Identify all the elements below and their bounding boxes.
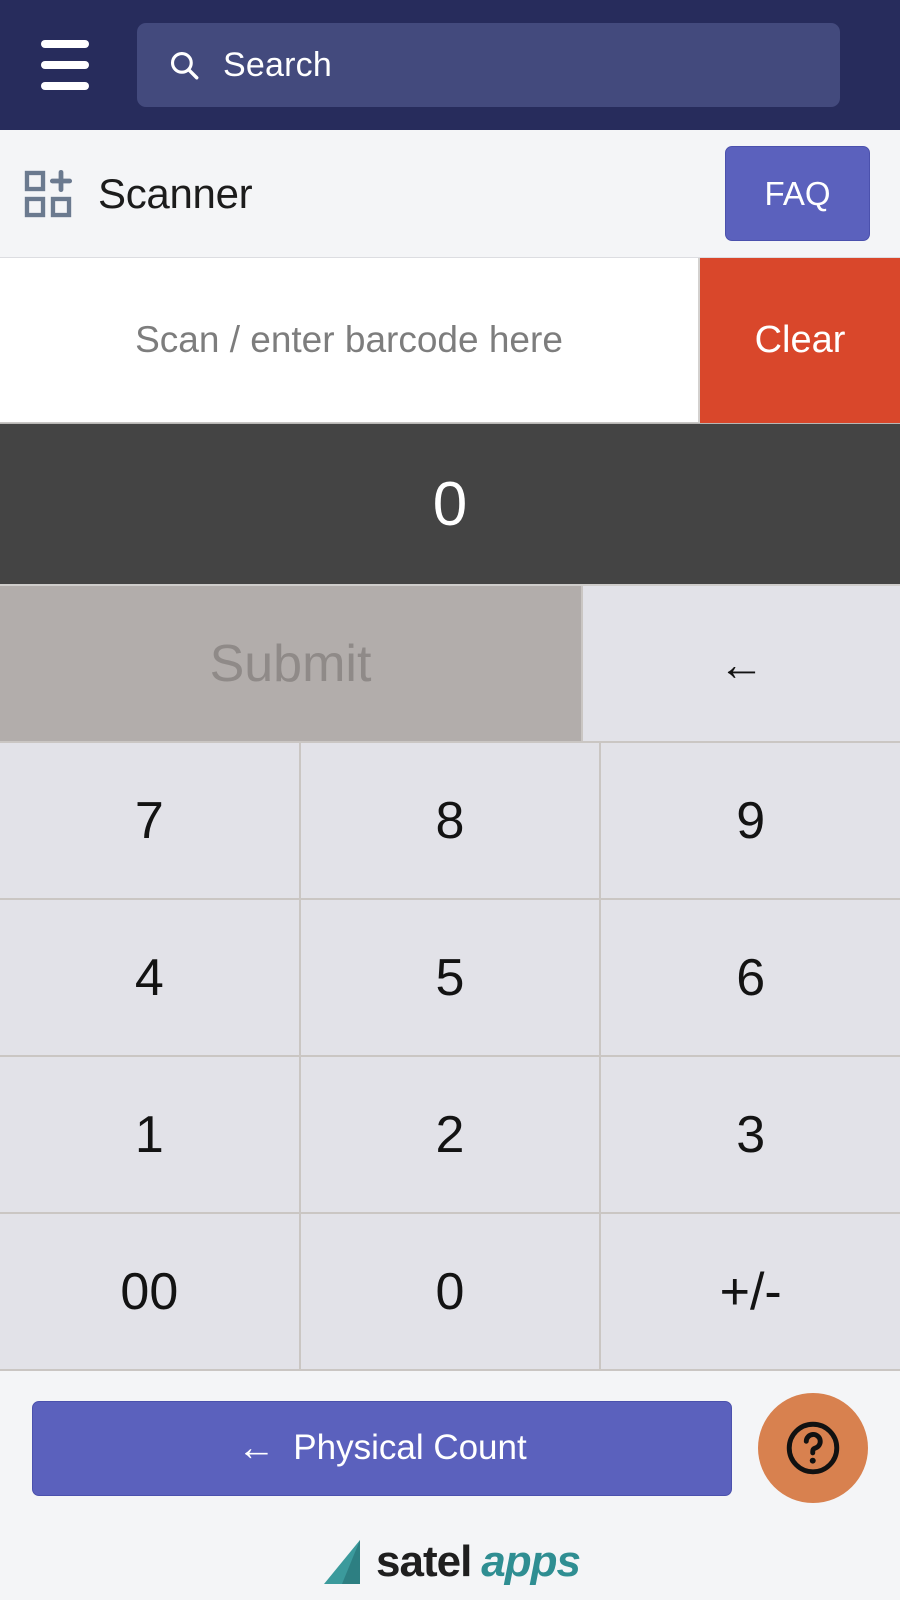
help-button[interactable] xyxy=(758,1393,868,1503)
key-1[interactable]: 1 xyxy=(0,1057,301,1214)
submit-button[interactable]: Submit xyxy=(0,586,583,743)
faq-button[interactable]: FAQ xyxy=(725,146,870,241)
physical-count-label: Physical Count xyxy=(293,1428,527,1467)
physical-count-button[interactable]: ← Physical Count xyxy=(32,1400,732,1496)
satel-triangle-mark-icon xyxy=(324,1540,360,1584)
keypad-row: 4 5 6 xyxy=(0,900,900,1057)
brand-name-primary: satel xyxy=(376,1537,472,1586)
hamburger-menu-icon[interactable] xyxy=(30,36,100,94)
hamburger-bar xyxy=(41,61,89,69)
key-8[interactable]: 8 xyxy=(300,743,602,900)
hamburger-bar xyxy=(41,82,89,90)
key-plus-minus[interactable]: +/- xyxy=(601,1214,900,1371)
question-mark-circle-icon xyxy=(786,1421,840,1475)
quantity-display: 0 xyxy=(0,424,900,586)
scanner-app-screen: Search Scanner FAQ Clear 0 Submit ← 7 8 … xyxy=(0,0,900,1600)
key-3[interactable]: 3 xyxy=(601,1057,900,1214)
key-double-zero[interactable]: 00 xyxy=(0,1214,301,1371)
key-6[interactable]: 6 xyxy=(601,900,900,1057)
key-2[interactable]: 2 xyxy=(300,1057,602,1214)
add-to-grid-icon xyxy=(24,169,73,217)
page-title-bar: Scanner FAQ xyxy=(0,130,900,258)
clear-button[interactable]: Clear xyxy=(700,258,900,423)
arrow-left-icon: ← xyxy=(237,1427,276,1469)
key-5[interactable]: 5 xyxy=(300,900,602,1057)
page-title: Scanner xyxy=(98,169,253,217)
hamburger-bar xyxy=(41,40,89,48)
keypad-row: 7 8 9 xyxy=(0,743,900,900)
keypad-row-action: Submit ← xyxy=(0,586,900,743)
key-4[interactable]: 4 xyxy=(0,900,301,1057)
backspace-key[interactable]: ← xyxy=(583,586,900,743)
top-navigation-bar: Search xyxy=(0,0,900,130)
key-0[interactable]: 0 xyxy=(300,1214,602,1371)
brand-logo: satel apps xyxy=(0,1537,900,1587)
brand-name-secondary: apps xyxy=(481,1537,581,1586)
footer-actions: ← Physical Count xyxy=(0,1393,900,1503)
numeric-keypad: Submit ← 7 8 9 4 5 6 1 2 3 00 0 +/- xyxy=(0,586,900,1371)
key-7[interactable]: 7 xyxy=(0,743,301,900)
search-icon xyxy=(170,51,199,80)
search-input[interactable]: Search xyxy=(137,23,840,107)
keypad-row: 00 0 +/- xyxy=(0,1214,900,1371)
keypad-row: 1 2 3 xyxy=(0,1057,900,1214)
barcode-scan-row: Clear xyxy=(0,258,900,424)
barcode-input[interactable] xyxy=(0,258,700,423)
footer-bar: ← Physical Count satel apps xyxy=(0,1371,900,1600)
search-placeholder-text: Search xyxy=(223,45,332,84)
key-9[interactable]: 9 xyxy=(601,743,900,900)
